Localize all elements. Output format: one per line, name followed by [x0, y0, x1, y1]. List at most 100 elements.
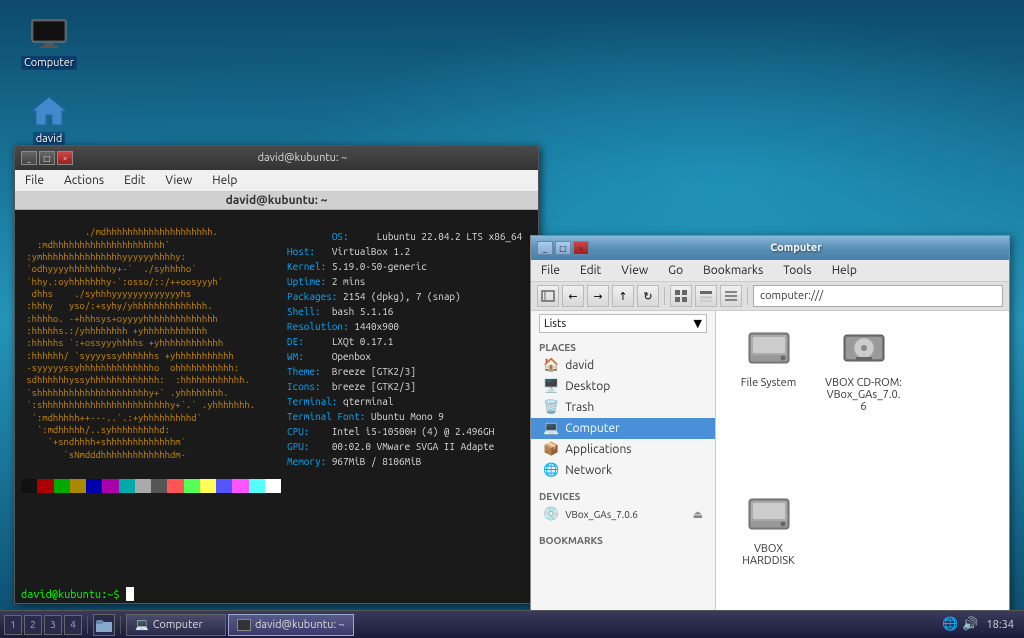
color-bar: [21, 479, 281, 493]
fm-close-btn[interactable]: ×: [573, 241, 589, 255]
fm-places-section: Places 🏠 david 🖥️ Desktop 🗑️ Trash �: [531, 336, 715, 485]
prompt-text: david@kubuntu:~$: [21, 589, 120, 601]
fm-sidebar: Lists ▼ Places 🏠 david 🖥️ Desktop 🗑️: [531, 311, 716, 638]
fm-menubar: File Edit View Go Bookmarks Tools Help: [531, 260, 1009, 282]
fm-body: Lists ▼ Places 🏠 david 🖥️ Desktop 🗑️: [531, 311, 1009, 638]
terminal-menu-edit[interactable]: Edit: [120, 172, 149, 189]
fm-sidebar-applications[interactable]: 📦 Applications: [531, 439, 715, 460]
terminal-titlebar: _ □ × david@kubuntu: ~: [15, 146, 538, 170]
fm-grid-view-btn[interactable]: [670, 285, 692, 307]
applications-label: Applications: [565, 443, 631, 456]
computer-taskbar-label: Computer: [153, 619, 203, 631]
taskbar-terminal-window[interactable]: david@kubuntu: ~: [228, 614, 354, 636]
fm-list-view-btn[interactable]: [720, 285, 742, 307]
fm-forward-btn[interactable]: →: [587, 285, 609, 307]
filemanager-window: _ □ × Computer File Edit View Go Bookmar…: [530, 235, 1010, 638]
terminal-minimize-btn[interactable]: _: [21, 151, 37, 165]
computer-label: Computer: [565, 422, 619, 435]
terminal-menu-help[interactable]: Help: [208, 172, 241, 189]
desktop-icon-computer[interactable]: Computer: [14, 14, 84, 70]
terminal-title-display: david@kubuntu: ~: [15, 192, 538, 210]
fm-location-bar[interactable]: computer:///: [753, 285, 1003, 307]
computer-icon-label: Computer: [21, 56, 77, 70]
david-folder-icon: 🏠: [543, 358, 559, 373]
trash-label: Trash: [565, 401, 594, 414]
fm-menu-view[interactable]: View: [617, 262, 652, 279]
eject-icon[interactable]: ⏏: [693, 508, 703, 521]
terminal-prompt[interactable]: david@kubuntu:~$: [15, 585, 538, 603]
cdrom-drive-icon: [840, 325, 888, 373]
fm-back-btn[interactable]: ←: [562, 285, 584, 307]
fm-devices-header: Devices: [531, 489, 715, 504]
fm-menu-bookmarks[interactable]: Bookmarks: [699, 262, 767, 279]
desktop-icon-david[interactable]: david: [14, 90, 84, 146]
fm-menu-edit[interactable]: Edit: [576, 262, 605, 279]
cdrom-label: VBOX CD-ROM: VBox_GAs_7.0.6: [825, 377, 902, 413]
taskbar-clock: 18:34: [982, 619, 1018, 631]
fm-menu-file[interactable]: File: [537, 262, 564, 279]
applications-icon: 📦: [543, 442, 559, 457]
terminal-art: ./mdhhhhhhhhhhhhhhhhhhhh. :mdhhhhhhhhhhh…: [21, 214, 281, 581]
fm-menu-tools[interactable]: Tools: [779, 262, 816, 279]
fm-lists-dropdown[interactable]: Lists ▼: [539, 314, 707, 333]
taskbar-filemanager-btn[interactable]: [93, 614, 115, 636]
workspace-3-btn[interactable]: 3: [44, 615, 62, 635]
fm-devices-section: Devices 💿 VBox_GAs_7.0.6 ⏏: [531, 485, 715, 529]
terminal-sysinfo: OS: Lubuntu 22.04.2 LTS x86_64 Host: Vir…: [281, 214, 532, 581]
home-icon: [29, 90, 69, 130]
terminal-maximize-btn[interactable]: □: [39, 151, 55, 165]
desktop: Computer david _ □ × david@kubuntu: ~ Fi…: [0, 0, 1024, 638]
terminal-win-controls: _ □ ×: [21, 151, 73, 165]
fm-sidebar-network[interactable]: 🌐 Network: [531, 460, 715, 481]
fm-sidebar-trash[interactable]: 🗑️ Trash: [531, 397, 715, 418]
fm-titlebar: _ □ × Computer: [531, 236, 1009, 260]
toolbar-separator: [664, 287, 665, 305]
terminal-body[interactable]: ./mdhhhhhhhhhhhhhhhhhhhh. :mdhhhhhhhhhhh…: [15, 210, 538, 585]
terminal-menu-file[interactable]: File: [21, 172, 48, 189]
taskbar-computer-window[interactable]: 💻 Computer: [126, 614, 226, 636]
terminal-menubar: File Actions Edit View Help: [15, 170, 538, 192]
taskbar-sep2: [120, 616, 121, 634]
computer-icon: [29, 14, 69, 54]
fm-maximize-btn[interactable]: □: [555, 241, 571, 255]
fm-view2-btn[interactable]: [695, 285, 717, 307]
fm-sidebar-desktop[interactable]: 🖥️ Desktop: [531, 376, 715, 397]
fm-reload-btn[interactable]: ↻: [637, 285, 659, 307]
network-label: Network: [565, 464, 612, 477]
filesystem-label: File System: [741, 377, 797, 389]
terminal-menu-actions[interactable]: Actions: [60, 172, 108, 189]
workspace-1-btn[interactable]: 1: [4, 615, 22, 635]
fm-file-filesystem[interactable]: File System: [726, 321, 811, 417]
workspace-4-btn[interactable]: 4: [64, 615, 82, 635]
fm-up-btn[interactable]: ↑: [612, 285, 634, 307]
fm-menu-go[interactable]: Go: [664, 262, 687, 279]
fm-file-harddisk[interactable]: VBOX HARDDISK: [726, 427, 811, 571]
cursor: [126, 587, 134, 601]
desktop-label: Desktop: [565, 380, 610, 393]
lists-label: Lists: [544, 318, 566, 330]
fm-file-cdrom[interactable]: VBOX CD-ROM: VBox_GAs_7.0.6: [821, 321, 906, 417]
david-icon-label: david: [33, 132, 66, 146]
fm-new-tab-btn[interactable]: [537, 285, 559, 307]
terminal-menu-view[interactable]: View: [161, 172, 196, 189]
network-tray-icon[interactable]: 🌐: [942, 617, 958, 632]
fm-menu-help[interactable]: Help: [828, 262, 861, 279]
computer-taskbar-icon: 💻: [135, 618, 149, 631]
workspace-2-btn[interactable]: 2: [24, 615, 42, 635]
terminal-title: david@kubuntu: ~: [73, 152, 532, 164]
toolbar-separator2: [747, 287, 748, 305]
fm-bookmarks-header: Bookmarks: [531, 533, 715, 548]
taskbar-sep1: [87, 616, 88, 634]
network-icon: 🌐: [543, 463, 559, 478]
fm-minimize-btn[interactable]: _: [537, 241, 553, 255]
taskbar-right: 🌐 🔊 18:34: [936, 617, 1024, 632]
fm-sidebar-computer[interactable]: 💻 Computer: [531, 418, 715, 439]
filesystem-drive-icon: [745, 325, 793, 373]
dropdown-arrow: ▼: [694, 317, 702, 330]
fm-sidebar-vbox[interactable]: 💿 VBox_GAs_7.0.6 ⏏: [531, 504, 715, 525]
taskbar-left: 1 2 3 4 💻 Computer david@kubuntu: ~: [0, 614, 358, 636]
fm-sidebar-david[interactable]: 🏠 david: [531, 355, 715, 376]
volume-tray-icon[interactable]: 🔊: [962, 617, 978, 632]
terminal-window: _ □ × david@kubuntu: ~ File Actions Edit…: [14, 145, 539, 604]
terminal-close-btn[interactable]: ×: [57, 151, 73, 165]
